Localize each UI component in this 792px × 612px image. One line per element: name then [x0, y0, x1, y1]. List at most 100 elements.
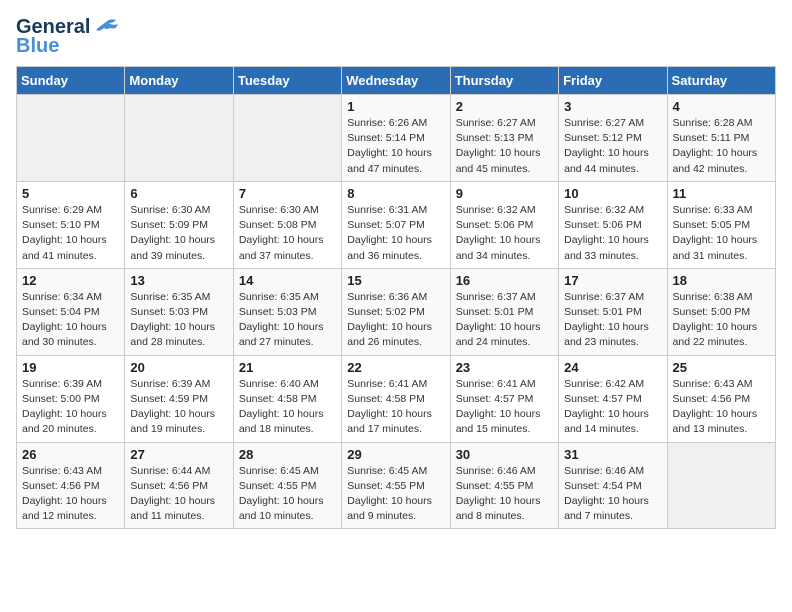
- day-number: 18: [673, 273, 770, 288]
- day-number: 10: [564, 186, 661, 201]
- day-cell: 31 Sunrise: 6:46 AM Sunset: 4:54 PM Dayli…: [559, 442, 667, 529]
- day-info: Sunrise: 6:32 AM Sunset: 5:06 PM Dayligh…: [456, 203, 553, 264]
- col-header-saturday: Saturday: [667, 67, 775, 95]
- day-cell: 22 Sunrise: 6:41 AM Sunset: 4:58 PM Dayli…: [342, 355, 450, 442]
- day-info: Sunrise: 6:29 AM Sunset: 5:10 PM Dayligh…: [22, 203, 119, 264]
- col-header-sunday: Sunday: [17, 67, 125, 95]
- day-number: 27: [130, 447, 227, 462]
- day-cell: 15Sunrise: 6:36 AM Sunset: 5:02 PM Dayli…: [342, 268, 450, 355]
- day-number: 14: [239, 273, 336, 288]
- day-cell: 7 Sunrise: 6:30 AM Sunset: 5:08 PM Daylig…: [233, 181, 341, 268]
- day-number: 2: [456, 99, 553, 114]
- day-cell: 2 Sunrise: 6:27 AM Sunset: 5:13 PM Daylig…: [450, 95, 558, 182]
- day-cell: 11 Sunrise: 6:33 AM Sunset: 5:05 PM Dayli…: [667, 181, 775, 268]
- day-number: 26: [22, 447, 119, 462]
- col-header-wednesday: Wednesday: [342, 67, 450, 95]
- day-info: Sunrise: 6:30 AM Sunset: 5:09 PM Dayligh…: [130, 203, 227, 264]
- day-cell: 29 Sunrise: 6:45 AM Sunset: 4:55 PM Dayli…: [342, 442, 450, 529]
- day-number: 7: [239, 186, 336, 201]
- day-number: 11: [673, 186, 770, 201]
- day-number: 12: [22, 273, 119, 288]
- week-row-3: 12 Sunrise: 6:34 AM Sunset: 5:04 PM Dayli…: [17, 268, 776, 355]
- day-info: Sunrise: 6:38 AM Sunset: 5:00 PM Dayligh…: [673, 290, 770, 351]
- day-info: Sunrise: 6:43 AM Sunset: 4:56 PM Dayligh…: [22, 464, 119, 525]
- day-number: 4: [673, 99, 770, 114]
- day-info: Sunrise: 6:36 AM Sunset: 5:02 PM Dayligh…: [347, 290, 444, 351]
- day-cell: 5 Sunrise: 6:29 AM Sunset: 5:10 PM Daylig…: [17, 181, 125, 268]
- day-number: 24: [564, 360, 661, 375]
- day-cell: [233, 95, 341, 182]
- day-info: Sunrise: 6:41 AM Sunset: 4:58 PM Dayligh…: [347, 377, 444, 438]
- day-number: 30: [456, 447, 553, 462]
- day-cell: 21 Sunrise: 6:40 AM Sunset: 4:58 PM Dayli…: [233, 355, 341, 442]
- page-header: General Blue: [16, 16, 776, 58]
- day-info: Sunrise: 6:40 AM Sunset: 4:58 PM Dayligh…: [239, 377, 336, 438]
- day-info: Sunrise: 6:27 AM Sunset: 5:13 PM Dayligh…: [456, 116, 553, 177]
- day-number: 1: [347, 99, 444, 114]
- day-info: Sunrise: 6:45 AM Sunset: 4:55 PM Dayligh…: [239, 464, 336, 525]
- day-number: 21: [239, 360, 336, 375]
- day-number: 29: [347, 447, 444, 462]
- day-info: Sunrise: 6:39 AM Sunset: 5:00 PM Dayligh…: [22, 377, 119, 438]
- day-number: 16: [456, 273, 553, 288]
- day-info: Sunrise: 6:37 AM Sunset: 5:01 PM Dayligh…: [564, 290, 661, 351]
- logo: General Blue: [16, 16, 120, 58]
- day-cell: [667, 442, 775, 529]
- day-info: Sunrise: 6:34 AM Sunset: 5:04 PM Dayligh…: [22, 290, 119, 351]
- day-info: Sunrise: 6:42 AM Sunset: 4:57 PM Dayligh…: [564, 377, 661, 438]
- day-info: Sunrise: 6:45 AM Sunset: 4:55 PM Dayligh…: [347, 464, 444, 525]
- day-cell: 18 Sunrise: 6:38 AM Sunset: 5:00 PM Dayli…: [667, 268, 775, 355]
- calendar-header-row: SundayMondayTuesdayWednesdayThursdayFrid…: [17, 67, 776, 95]
- day-info: Sunrise: 6:35 AM Sunset: 5:03 PM Dayligh…: [130, 290, 227, 351]
- day-number: 22: [347, 360, 444, 375]
- day-cell: 20Sunrise: 6:39 AM Sunset: 4:59 PM Dayli…: [125, 355, 233, 442]
- day-info: Sunrise: 6:39 AM Sunset: 4:59 PM Dayligh…: [130, 377, 227, 438]
- week-row-5: 26 Sunrise: 6:43 AM Sunset: 4:56 PM Dayli…: [17, 442, 776, 529]
- logo-blue-text: Blue: [16, 35, 59, 58]
- day-info: Sunrise: 6:31 AM Sunset: 5:07 PM Dayligh…: [347, 203, 444, 264]
- day-cell: 30Sunrise: 6:46 AM Sunset: 4:55 PM Dayli…: [450, 442, 558, 529]
- day-number: 13: [130, 273, 227, 288]
- day-number: 17: [564, 273, 661, 288]
- day-info: Sunrise: 6:30 AM Sunset: 5:08 PM Dayligh…: [239, 203, 336, 264]
- day-info: Sunrise: 6:27 AM Sunset: 5:12 PM Dayligh…: [564, 116, 661, 177]
- week-row-2: 5 Sunrise: 6:29 AM Sunset: 5:10 PM Daylig…: [17, 181, 776, 268]
- day-info: Sunrise: 6:33 AM Sunset: 5:05 PM Dayligh…: [673, 203, 770, 264]
- col-header-tuesday: Tuesday: [233, 67, 341, 95]
- day-cell: 14Sunrise: 6:35 AM Sunset: 5:03 PM Dayli…: [233, 268, 341, 355]
- day-cell: 27Sunrise: 6:44 AM Sunset: 4:56 PM Dayli…: [125, 442, 233, 529]
- day-number: 3: [564, 99, 661, 114]
- day-cell: 17 Sunrise: 6:37 AM Sunset: 5:01 PM Dayli…: [559, 268, 667, 355]
- day-info: Sunrise: 6:37 AM Sunset: 5:01 PM Dayligh…: [456, 290, 553, 351]
- day-cell: 13 Sunrise: 6:35 AM Sunset: 5:03 PM Dayli…: [125, 268, 233, 355]
- day-cell: 16 Sunrise: 6:37 AM Sunset: 5:01 PM Dayli…: [450, 268, 558, 355]
- day-number: 19: [22, 360, 119, 375]
- calendar-table: SundayMondayTuesdayWednesdayThursdayFrid…: [16, 66, 776, 529]
- day-cell: 24 Sunrise: 6:42 AM Sunset: 4:57 PM Dayli…: [559, 355, 667, 442]
- day-cell: 8 Sunrise: 6:31 AM Sunset: 5:07 PM Daylig…: [342, 181, 450, 268]
- day-number: 28: [239, 447, 336, 462]
- day-number: 9: [456, 186, 553, 201]
- day-cell: [125, 95, 233, 182]
- col-header-friday: Friday: [559, 67, 667, 95]
- day-number: 25: [673, 360, 770, 375]
- day-info: Sunrise: 6:26 AM Sunset: 5:14 PM Dayligh…: [347, 116, 444, 177]
- day-number: 8: [347, 186, 444, 201]
- day-info: Sunrise: 6:43 AM Sunset: 4:56 PM Dayligh…: [673, 377, 770, 438]
- day-cell: 9 Sunrise: 6:32 AM Sunset: 5:06 PM Daylig…: [450, 181, 558, 268]
- day-info: Sunrise: 6:46 AM Sunset: 4:54 PM Dayligh…: [564, 464, 661, 525]
- col-header-monday: Monday: [125, 67, 233, 95]
- day-info: Sunrise: 6:28 AM Sunset: 5:11 PM Dayligh…: [673, 116, 770, 177]
- day-number: 31: [564, 447, 661, 462]
- day-cell: 25 Sunrise: 6:43 AM Sunset: 4:56 PM Dayli…: [667, 355, 775, 442]
- day-number: 23: [456, 360, 553, 375]
- day-number: 5: [22, 186, 119, 201]
- day-cell: [17, 95, 125, 182]
- week-row-1: 1 Sunrise: 6:26 AM Sunset: 5:14 PM Daylig…: [17, 95, 776, 182]
- week-row-4: 19 Sunrise: 6:39 AM Sunset: 5:00 PM Dayli…: [17, 355, 776, 442]
- day-number: 6: [130, 186, 227, 201]
- day-cell: 3 Sunrise: 6:27 AM Sunset: 5:12 PM Daylig…: [559, 95, 667, 182]
- day-cell: 4 Sunrise: 6:28 AM Sunset: 5:11 PM Daylig…: [667, 95, 775, 182]
- day-cell: 12 Sunrise: 6:34 AM Sunset: 5:04 PM Dayli…: [17, 268, 125, 355]
- day-cell: 23Sunrise: 6:41 AM Sunset: 4:57 PM Dayli…: [450, 355, 558, 442]
